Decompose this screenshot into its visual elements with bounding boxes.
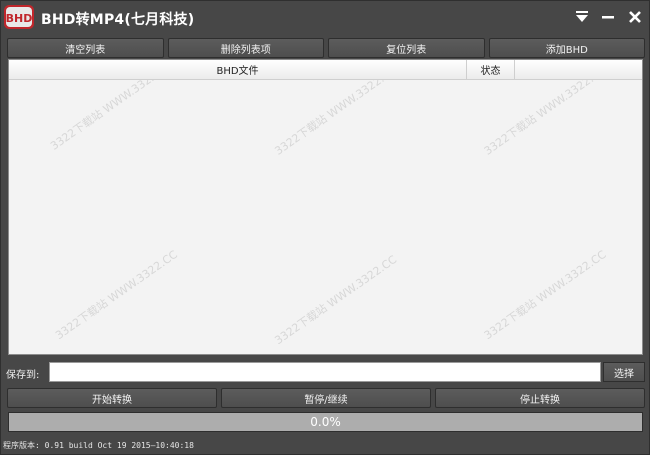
toolbar: 清空列表 删除列表项 复位列表 添加BHD: [7, 38, 645, 58]
minimize-button[interactable]: [598, 7, 618, 27]
app-window: BHD BHD转MP4(七月科技) 清空列表 删除列表项 复位列表 添加BHD: [0, 0, 650, 455]
column-header-file[interactable]: BHD文件: [9, 60, 467, 79]
delete-item-button[interactable]: 删除列表项: [167, 38, 324, 58]
watermark-text: 3322下载站 WWW.3322.CC: [481, 80, 609, 158]
bhd-logo-icon: BHD: [4, 5, 34, 29]
close-icon: [629, 11, 641, 23]
version-info: 程序版本: 0.91 build Oct 19 2015—10:40:18: [3, 441, 194, 450]
clear-list-button[interactable]: 清空列表: [7, 38, 164, 58]
progress-text: 0.0%: [310, 415, 341, 429]
start-convert-button[interactable]: 开始转换: [7, 388, 217, 408]
save-to-label: 保存到:: [6, 370, 40, 381]
choose-folder-button[interactable]: 选择: [603, 362, 645, 382]
reset-list-button[interactable]: 复位列表: [328, 38, 485, 58]
list-header: BHD文件 状态: [9, 60, 642, 80]
watermark-text: 3322下载站 WWW.3322.CC: [481, 247, 609, 342]
watermark-text: 3322下载站 WWW.3322.CC: [53, 247, 181, 342]
watermark-text: 3322下载站 WWW.3322.CC: [272, 252, 400, 347]
column-header-empty: [515, 60, 642, 79]
add-bhd-button[interactable]: 添加BHD: [488, 38, 645, 58]
minimize-icon: [602, 16, 614, 19]
window-title: BHD转MP4(七月科技): [41, 12, 195, 28]
file-list[interactable]: BHD文件 状态 3322下载站 WWW.3322.CC 3322下载站 WWW…: [8, 59, 643, 355]
watermark-text: 3322下载站 WWW.3322.CC: [272, 80, 400, 158]
menu-dropdown-button[interactable]: [572, 7, 592, 27]
save-path-input[interactable]: [49, 362, 601, 382]
stop-convert-button[interactable]: 停止转换: [435, 388, 645, 408]
column-header-status[interactable]: 状态: [467, 60, 515, 79]
pause-resume-button[interactable]: 暂停/继续: [221, 388, 431, 408]
watermark-text: 3322下载站 WWW.3322.CC: [48, 80, 176, 153]
watermark: 3322下载站 WWW.3322.CC 3322下载站 WWW.3322.CC …: [48, 80, 609, 347]
svg-text:BHD: BHD: [6, 12, 33, 25]
title-bar[interactable]: BHD BHD转MP4(七月科技): [1, 1, 649, 35]
action-bar: 开始转换 暂停/继续 停止转换: [7, 388, 645, 408]
progress-bar: 0.0%: [8, 412, 643, 432]
save-row: 保存到: 选择: [1, 361, 649, 385]
menu-down-icon: [576, 11, 588, 22]
close-button[interactable]: [625, 7, 645, 27]
